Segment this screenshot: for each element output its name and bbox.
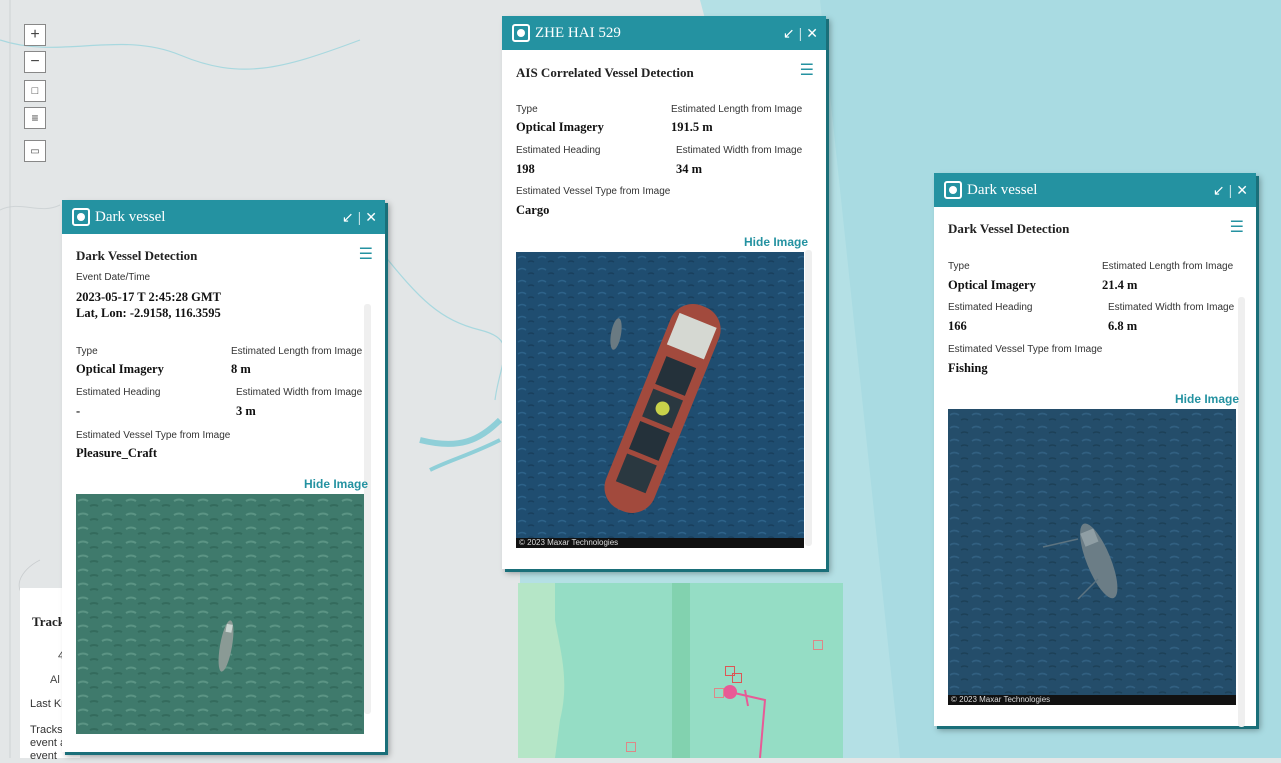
type-label: Type	[948, 261, 970, 272]
section-title: Dark Vessel Detection	[948, 221, 1070, 236]
hide-image-link[interactable]: Hide Image	[744, 235, 808, 249]
heading-value: 198	[516, 162, 535, 176]
hamburger-menu-icon[interactable]: ☰	[800, 60, 814, 80]
vessel-image	[76, 494, 364, 734]
latlon-value: Lat, Lon: -2.9158, 116.3595	[76, 306, 221, 320]
popup-header: Dark vessel ↙ | ✕	[62, 200, 385, 234]
hamburger-menu-icon[interactable]: ☰	[1230, 217, 1244, 237]
popup-title: Dark vessel	[95, 208, 166, 225]
type-value: Optical Imagery	[516, 120, 604, 134]
vessel-type-label: Estimated Vessel Type from Image	[76, 430, 231, 441]
length-value: 191.5 m	[671, 120, 713, 134]
tracks-panel-last-known: Last Kr	[30, 698, 65, 710]
zoom-in-button[interactable]: +	[24, 24, 46, 46]
width-value: 3 m	[236, 404, 256, 418]
event-datetime-value: 2023-05-17 T 2:45:28 GMT	[76, 290, 222, 304]
image-credit: © 2023 Maxar Technologies	[516, 538, 804, 548]
event-datetime-label: Event Date/Time	[76, 272, 151, 283]
detection-marker[interactable]	[626, 742, 636, 752]
hide-image-link[interactable]: Hide Image	[304, 477, 368, 491]
detection-marker[interactable]	[732, 673, 742, 683]
vessel-type-value: Fishing	[948, 361, 988, 375]
layers-icon[interactable]: ≡	[24, 107, 46, 129]
type-value: Optical Imagery	[76, 362, 164, 376]
section-title: AIS Correlated Vessel Detection	[516, 65, 694, 80]
scrollbar[interactable]	[805, 250, 812, 546]
vessel-image: © 2023 Maxar Technologies	[948, 409, 1236, 705]
popup-title: Dark vessel	[967, 181, 1038, 198]
popup-title: ZHE HAI 529	[535, 24, 621, 41]
detection-marker[interactable]	[714, 688, 724, 698]
vessel-type-label: Estimated Vessel Type from Image	[516, 186, 671, 197]
vessel-image: © 2023 Maxar Technologies	[516, 252, 804, 548]
length-value: 8 m	[231, 362, 251, 376]
popup-header: ZHE HAI 529 ↙ | ✕	[502, 16, 826, 50]
section-title: Dark Vessel Detection	[76, 248, 198, 263]
vessel-type-value: Cargo	[516, 203, 550, 217]
minimize-icon[interactable]: ↙	[342, 209, 354, 226]
camera-target-icon	[944, 181, 962, 199]
width-value: 34 m	[676, 162, 703, 176]
minimize-icon[interactable]: ↙	[783, 25, 795, 42]
popup-header: Dark vessel ↙ | ✕	[934, 173, 1256, 207]
draw-box-icon[interactable]: □	[24, 80, 46, 102]
heading-label: Estimated Heading	[948, 302, 1033, 313]
close-icon[interactable]: ✕	[1236, 182, 1248, 199]
ais-vessel-popup: ZHE HAI 529 ↙ | ✕ AIS Correlated Vessel …	[502, 16, 826, 569]
width-value: 6.8 m	[1108, 319, 1138, 333]
width-label: Estimated Width from Image	[676, 145, 803, 156]
tracks-panel-title: Track	[32, 614, 65, 629]
tracks-panel-description: Tracks event a event	[30, 724, 66, 762]
zoom-out-button[interactable]: −	[24, 51, 46, 73]
hamburger-menu-icon[interactable]: ☰	[359, 244, 373, 264]
scrollbar[interactable]	[364, 304, 371, 714]
heading-label: Estimated Heading	[516, 145, 601, 156]
length-label: Estimated Length from Image	[671, 104, 803, 115]
camera-target-icon	[512, 24, 530, 42]
type-value: Optical Imagery	[948, 278, 1036, 292]
image-credit: © 2023 Maxar Technologies	[948, 695, 1236, 705]
length-label: Estimated Length from Image	[1102, 261, 1234, 272]
dark-vessel-popup-2: Dark vessel ↙ | ✕ Dark Vessel Detection …	[934, 173, 1256, 727]
camera-target-icon	[72, 208, 90, 226]
dark-vessel-popup-1: Dark vessel ↙ | ✕ Dark Vessel Detection …	[62, 200, 385, 752]
scrollbar[interactable]	[1238, 297, 1245, 727]
vessel-type-value: Pleasure_Craft	[76, 446, 157, 460]
type-label: Type	[516, 104, 538, 115]
heading-value: 166	[948, 319, 967, 333]
type-label: Type	[76, 346, 98, 357]
heading-label: Estimated Heading	[76, 387, 161, 398]
tracks-panel-filter: Al	[50, 674, 60, 686]
minimize-icon[interactable]: ↙	[1213, 182, 1225, 199]
width-label: Estimated Width from Image	[236, 387, 363, 398]
heading-value: -	[76, 404, 81, 418]
measure-ruler-icon[interactable]: ▭	[24, 140, 46, 162]
length-value: 21.4 m	[1102, 278, 1138, 292]
length-label: Estimated Length from Image	[231, 346, 363, 357]
hide-image-link[interactable]: Hide Image	[1175, 392, 1239, 406]
close-icon[interactable]: ✕	[365, 209, 377, 226]
vessel-type-label: Estimated Vessel Type from Image	[948, 344, 1103, 355]
detection-marker[interactable]	[813, 640, 823, 650]
close-icon[interactable]: ✕	[806, 25, 818, 42]
width-label: Estimated Width from Image	[1108, 302, 1235, 313]
